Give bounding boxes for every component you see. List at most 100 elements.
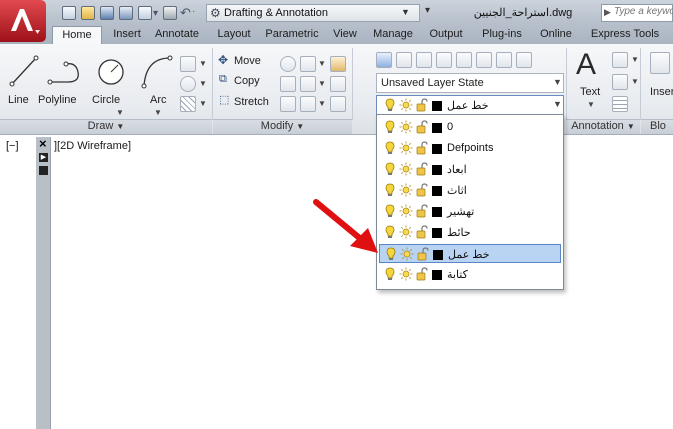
chevron-down-icon[interactable]: ▼: [199, 79, 207, 88]
chevron-down-icon[interactable]: ·: [192, 6, 195, 17]
mirror-icon[interactable]: [280, 76, 296, 92]
lightbulb-icon[interactable]: [385, 267, 395, 281]
tab-parametric[interactable]: Parametric: [262, 28, 322, 44]
chevron-down-icon[interactable]: ▼: [116, 108, 124, 117]
layer-properties-icon[interactable]: [376, 52, 392, 68]
chevron-down-icon[interactable]: ▼: [199, 59, 207, 68]
color-swatch[interactable]: [432, 123, 442, 133]
layer-row[interactable]: 0: [379, 118, 561, 137]
layer-icon[interactable]: [456, 52, 472, 68]
dimension-icon[interactable]: [612, 52, 628, 68]
circle-tool[interactable]: Circle: [92, 94, 120, 106]
color-swatch[interactable]: [432, 207, 442, 217]
fillet-icon[interactable]: [300, 76, 316, 92]
tab-online[interactable]: Online: [536, 28, 576, 44]
layer-icon[interactable]: [516, 52, 532, 68]
drawing-viewport[interactable]: [0, 135, 673, 429]
layer-icon[interactable]: [416, 52, 432, 68]
layer-row[interactable]: تهشير: [379, 202, 561, 221]
sun-icon[interactable]: [400, 247, 414, 261]
tab-manage[interactable]: Manage: [370, 28, 416, 44]
tab-plug-ins[interactable]: Plug-ins: [476, 28, 528, 44]
sun-icon[interactable]: [399, 141, 413, 155]
scale-icon[interactable]: [280, 96, 296, 112]
layer-icon[interactable]: [396, 52, 412, 68]
layer-state-dropdown[interactable]: Unsaved Layer State ▼: [376, 73, 564, 93]
layer-icon[interactable]: [436, 52, 452, 68]
viewport-controls[interactable]: [−]: [6, 140, 19, 152]
new-file-icon[interactable]: [62, 6, 76, 20]
tab-home[interactable]: Home: [52, 26, 102, 45]
array-icon[interactable]: [300, 96, 316, 112]
tool-palette-strip[interactable]: [36, 137, 51, 429]
layer-row[interactable]: حائط: [379, 223, 561, 242]
annotation-panel-title[interactable]: Annotation ▼: [566, 120, 640, 132]
color-swatch[interactable]: [433, 250, 443, 260]
offset-icon[interactable]: [330, 96, 346, 112]
plot-preview-icon[interactable]: [138, 6, 152, 20]
sun-icon[interactable]: [399, 120, 413, 134]
tab-layout[interactable]: Layout: [212, 28, 256, 44]
tab-view[interactable]: View: [329, 28, 361, 44]
color-swatch[interactable]: [432, 228, 442, 238]
layer-row[interactable]: اثاث: [379, 181, 561, 200]
chevron-down-icon[interactable]: ▼: [631, 77, 639, 86]
layer-row[interactable]: Defpoints: [379, 139, 561, 158]
insert-block-icon[interactable]: [650, 52, 670, 74]
application-menu-button[interactable]: [0, 0, 46, 42]
color-swatch[interactable]: [432, 144, 442, 154]
tab-express-tools[interactable]: Express Tools: [588, 28, 662, 44]
block-panel-title[interactable]: Blo: [650, 120, 672, 132]
sun-icon[interactable]: [399, 204, 413, 218]
customize-qat-icon[interactable]: ▾: [425, 5, 430, 16]
unlock-icon[interactable]: [416, 225, 428, 239]
open-folder-icon[interactable]: [81, 6, 95, 20]
sun-icon[interactable]: [399, 183, 413, 197]
search-input[interactable]: [614, 6, 673, 17]
rotate-icon[interactable]: [280, 56, 296, 72]
chevron-down-icon[interactable]: ▼: [318, 99, 326, 108]
sun-icon[interactable]: [399, 162, 413, 176]
hatch-icon[interactable]: [180, 96, 196, 112]
visual-style-label[interactable]: ][2D Wireframe]: [54, 140, 131, 152]
layer-row[interactable]: ابعاد: [379, 160, 561, 179]
explode-icon[interactable]: [330, 76, 346, 92]
tab-annotate[interactable]: Annotate: [150, 28, 204, 44]
modify-panel-title[interactable]: Modify ▼: [213, 120, 352, 132]
chevron-down-icon[interactable]: ▾: [153, 8, 158, 19]
chevron-down-icon[interactable]: ▼: [318, 59, 326, 68]
rectangle-icon[interactable]: [180, 56, 196, 72]
stretch-tool[interactable]: Stretch: [234, 96, 269, 108]
print-icon[interactable]: [163, 6, 177, 20]
search-box[interactable]: ▶: [601, 4, 673, 22]
chevron-down-icon[interactable]: ▼: [631, 55, 639, 64]
chevron-down-icon[interactable]: ▼: [199, 99, 207, 108]
chevron-right-icon[interactable]: ▶: [39, 153, 48, 162]
unlock-icon[interactable]: [416, 141, 428, 155]
sun-icon[interactable]: [399, 267, 413, 281]
layer-dropdown-list[interactable]: 0 Defpoints ابعاد اثاث تهشير حائط خط عمل كتابة: [376, 114, 564, 290]
color-swatch[interactable]: [432, 165, 442, 175]
tab-insert[interactable]: Insert: [108, 28, 146, 44]
unlock-icon[interactable]: [417, 247, 429, 261]
unlock-icon[interactable]: [416, 267, 428, 281]
unlock-icon[interactable]: [416, 204, 428, 218]
workspace-switcher[interactable]: ⚙ Drafting & Annotation ▼: [206, 4, 420, 22]
ellipse-icon[interactable]: [180, 76, 196, 92]
save-as-icon[interactable]: [119, 6, 133, 20]
layer-dropdown[interactable]: خط عمل ▼: [376, 95, 564, 115]
save-icon[interactable]: [100, 6, 114, 20]
table-icon[interactable]: [612, 96, 628, 112]
lightbulb-icon[interactable]: [385, 120, 395, 134]
unlock-icon[interactable]: [416, 120, 428, 134]
arc-tool[interactable]: Arc: [150, 94, 167, 106]
sun-icon[interactable]: [399, 225, 413, 239]
properties-icon[interactable]: [39, 166, 48, 175]
chevron-down-icon[interactable]: ▼: [154, 108, 162, 117]
leader-icon[interactable]: [612, 74, 628, 90]
lightbulb-icon[interactable]: [385, 162, 395, 176]
chevron-down-icon[interactable]: ▼: [587, 100, 595, 109]
viewport-menu[interactable]: [−]: [6, 140, 19, 152]
trim-icon[interactable]: [300, 56, 316, 72]
unlock-icon[interactable]: [416, 183, 428, 197]
